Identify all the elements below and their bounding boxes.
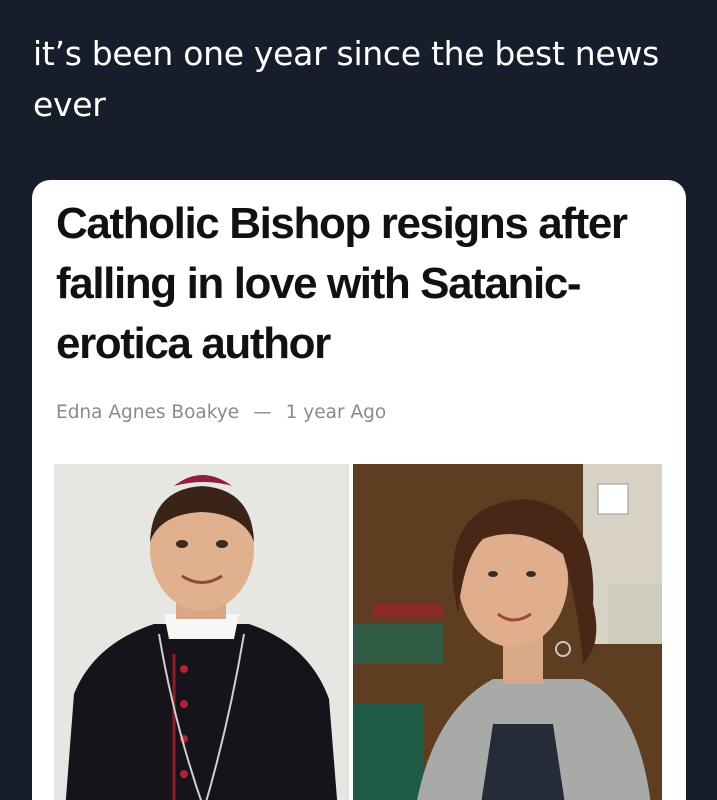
byline-separator: — [253,402,272,423]
publish-time: 1 year Ago [285,402,387,423]
author-photo[interactable] [353,464,662,800]
bishop-photo[interactable] [54,464,349,800]
author-name[interactable]: Edna Agnes Boakye [56,402,239,423]
author-portrait-illustration [353,464,662,800]
article-photos [54,464,662,800]
bishop-portrait-illustration [54,464,349,800]
article-headline[interactable]: Catholic Bishop resigns after falling in… [56,194,666,374]
article-byline: Edna Agnes Boakye — 1 year Ago [56,402,386,423]
tweet-text: it’s been one year since the best news e… [33,34,659,124]
article-card[interactable]: Catholic Bishop resigns after falling in… [32,180,686,800]
